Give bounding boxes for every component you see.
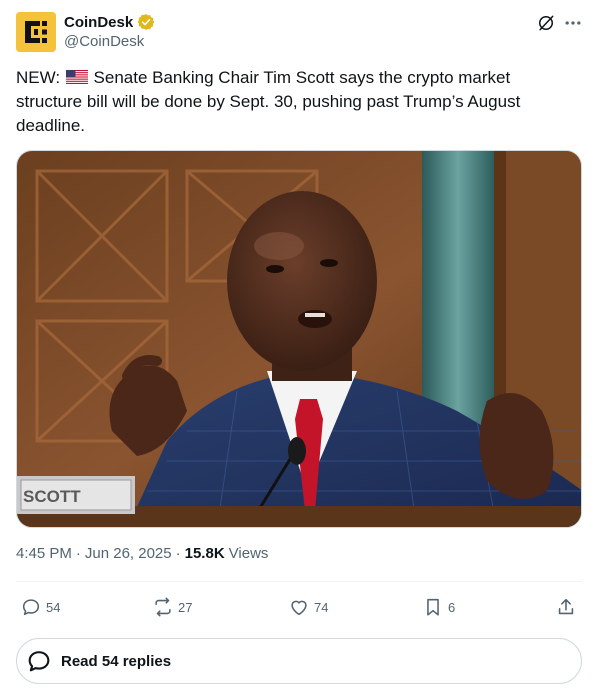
tweet-text-prefix: NEW: [16,68,65,87]
bookmark-count: 6 [448,599,456,615]
display-name[interactable]: CoinDesk [64,14,133,31]
nameplate-text: SCOTT [23,487,81,506]
share-button[interactable] [555,590,577,624]
author-name-row: CoinDesk [64,13,155,31]
tweet-photo[interactable]: SCOTT [16,150,582,528]
read-replies-button[interactable]: Read 54 replies [16,638,582,684]
tweet-date[interactable]: Jun 26, 2025 [85,545,172,562]
verified-badge-icon [137,13,155,31]
divider [16,581,582,582]
more-options-icon[interactable] [563,13,583,33]
avatar[interactable] [16,12,56,52]
tweet-actions: 54 27 74 6 [16,590,582,624]
bookmark-button[interactable]: 6 [422,590,455,624]
reply-icon [22,599,40,616]
repost-button[interactable]: 27 [152,590,192,624]
tweet-text: NEW: Senate Banking Chair Tim Scott says… [16,66,576,138]
meta-separator: · [175,545,181,562]
views-label: Views [228,545,269,562]
share-icon [558,598,574,615]
reply-button[interactable]: 54 [20,590,60,624]
reply-count: 54 [46,599,61,615]
like-button[interactable]: 74 [288,590,328,624]
tweet-time[interactable]: 4:45 PM [16,545,72,562]
repost-icon [155,597,171,617]
coindesk-logo-icon [16,12,56,52]
handle[interactable]: @CoinDesk [64,33,144,50]
tweet-text-body: Senate Banking Chair Tim Scott says the … [16,68,521,135]
read-replies-label: Read 54 replies [61,652,172,670]
us-flag-icon [65,70,88,84]
heart-icon [291,600,307,616]
tweet-meta: 4:45 PM · Jun 26, 2025 · 15.8K Views [16,545,268,562]
grok-icon[interactable] [536,13,556,33]
repost-count: 27 [178,599,193,615]
tweet-card: CoinDesk @CoinDesk NEW: Senate Banking C… [0,0,598,692]
photo-senator-speaking: SCOTT [17,151,581,527]
views-count: 15.8K [184,545,225,562]
bookmark-icon [427,598,439,616]
meta-separator: · [75,545,81,562]
like-count: 74 [314,599,329,615]
reply-bubble-icon [28,651,50,672]
